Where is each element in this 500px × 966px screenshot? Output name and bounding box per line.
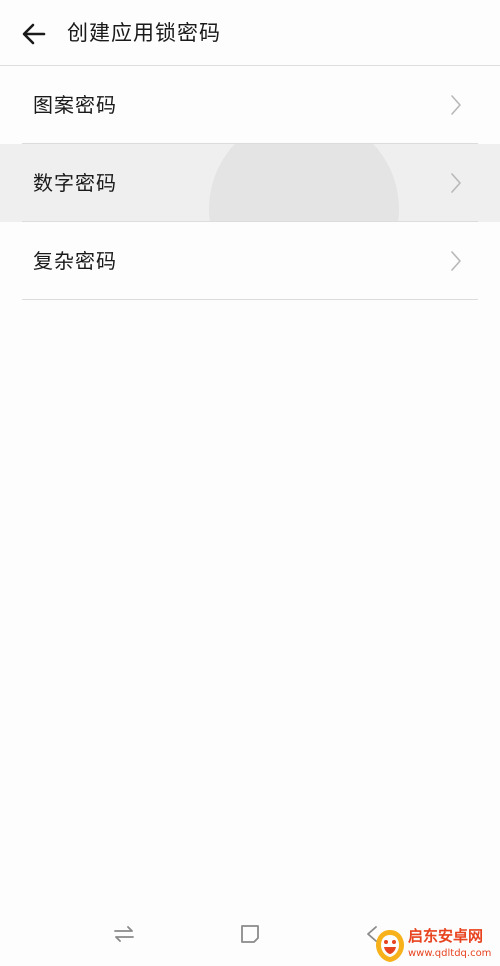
chevron-right-icon <box>451 173 461 193</box>
watermark-url: www.qdltdq.com <box>408 948 492 959</box>
back-button[interactable] <box>14 14 54 54</box>
divider <box>22 299 478 300</box>
numeric-password-option[interactable]: 数字密码 <box>0 144 500 222</box>
pattern-password-option[interactable]: 图案密码 <box>0 66 500 144</box>
chevron-right-icon <box>451 251 461 271</box>
option-label: 数字密码 <box>33 171 117 195</box>
switch-arrows-icon <box>114 926 134 942</box>
watermark-logo-icon <box>376 930 404 962</box>
chevron-right-icon <box>451 95 461 115</box>
watermark: 启东安卓网 www.qdltdq.com <box>368 926 500 966</box>
square-icon <box>241 925 259 943</box>
home-button[interactable] <box>234 918 266 950</box>
complex-password-option[interactable]: 复杂密码 <box>0 222 500 300</box>
arrow-left-icon <box>22 23 46 45</box>
page-title: 创建应用锁密码 <box>67 21 221 45</box>
password-type-list: 图案密码 数字密码 复杂密码 <box>0 66 500 300</box>
recent-apps-button[interactable] <box>108 918 140 950</box>
title-bar: 创建应用锁密码 <box>0 0 500 66</box>
watermark-text: 启东安卓网 <box>408 927 484 945</box>
option-label: 复杂密码 <box>33 249 117 273</box>
option-label: 图案密码 <box>33 93 117 117</box>
touch-ripple <box>209 144 399 222</box>
